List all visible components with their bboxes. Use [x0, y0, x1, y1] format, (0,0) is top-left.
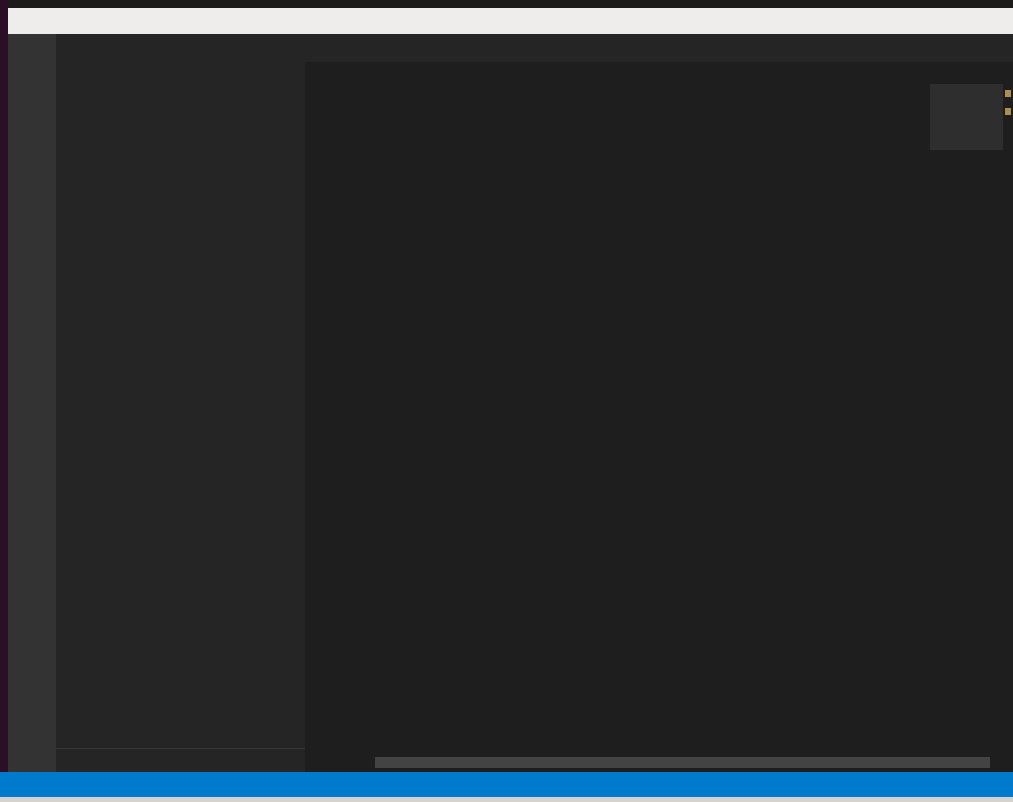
breadcrumb [305, 62, 1013, 84]
editor-group [305, 34, 1013, 772]
workspace-section-header[interactable] [56, 66, 305, 90]
warning-mark [1005, 90, 1011, 97]
minimap[interactable] [930, 84, 1003, 89]
desktop-edge [0, 0, 8, 772]
outline-section-header[interactable] [56, 748, 305, 772]
tab-bar [305, 34, 1013, 62]
window-top-edge [8, 0, 1013, 8]
warning-mark [1005, 108, 1011, 115]
desktop-bottom-edge [0, 797, 1013, 802]
overview-ruler[interactable] [1003, 84, 1013, 772]
menu-bar [8, 8, 1013, 34]
code-editor[interactable] [305, 84, 1013, 772]
explorer-header [56, 34, 305, 66]
horizontal-scrollbar[interactable] [375, 757, 990, 768]
status-bar [0, 772, 1013, 797]
explorer-sidebar [56, 34, 305, 772]
activity-bar [8, 34, 56, 772]
